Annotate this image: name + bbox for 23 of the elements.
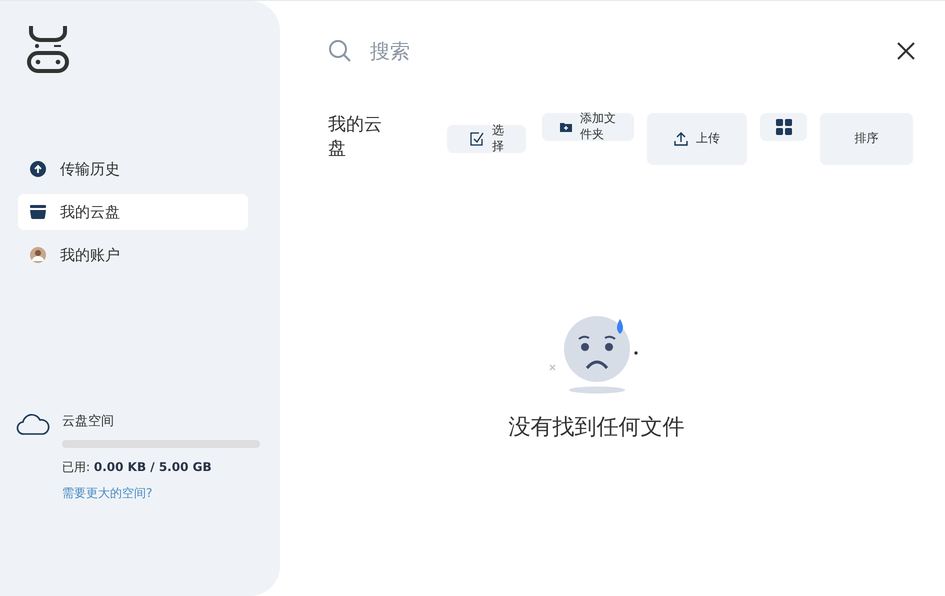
folder-button[interactable]: 添加文件夹 (542, 113, 634, 141)
sort-button[interactable]: 排序 (820, 113, 913, 165)
avatar-icon (30, 247, 46, 263)
upload-icon (674, 132, 688, 146)
grid-view-button[interactable] (760, 113, 807, 141)
sidebar-item[interactable]: 传输历史 (18, 151, 248, 187)
page-title: 我的云盘 (328, 113, 383, 162)
upload-circle-icon (30, 161, 46, 177)
grid-icon (776, 119, 792, 135)
empty-message: 没有找到任何文件 (508, 414, 684, 442)
cloud-icon (16, 412, 50, 436)
storage-title: 云盘空间 (62, 412, 115, 430)
cow-face-logo (27, 23, 69, 75)
search-icon (328, 39, 352, 63)
upload-button[interactable]: 上传 (647, 113, 747, 165)
folder-plus-icon (560, 122, 572, 132)
sidebar-item[interactable]: 我的云盘 (18, 194, 248, 230)
drive-icon (30, 205, 46, 219)
storage-usage: 已用: 0.00 KB / 5.00 GB (62, 459, 213, 476)
close-icon[interactable] (897, 42, 915, 60)
select-button[interactable]: 选择 (447, 125, 526, 153)
checkbox-icon (469, 131, 484, 147)
sidebar-item[interactable]: 我的账户 (18, 237, 248, 273)
